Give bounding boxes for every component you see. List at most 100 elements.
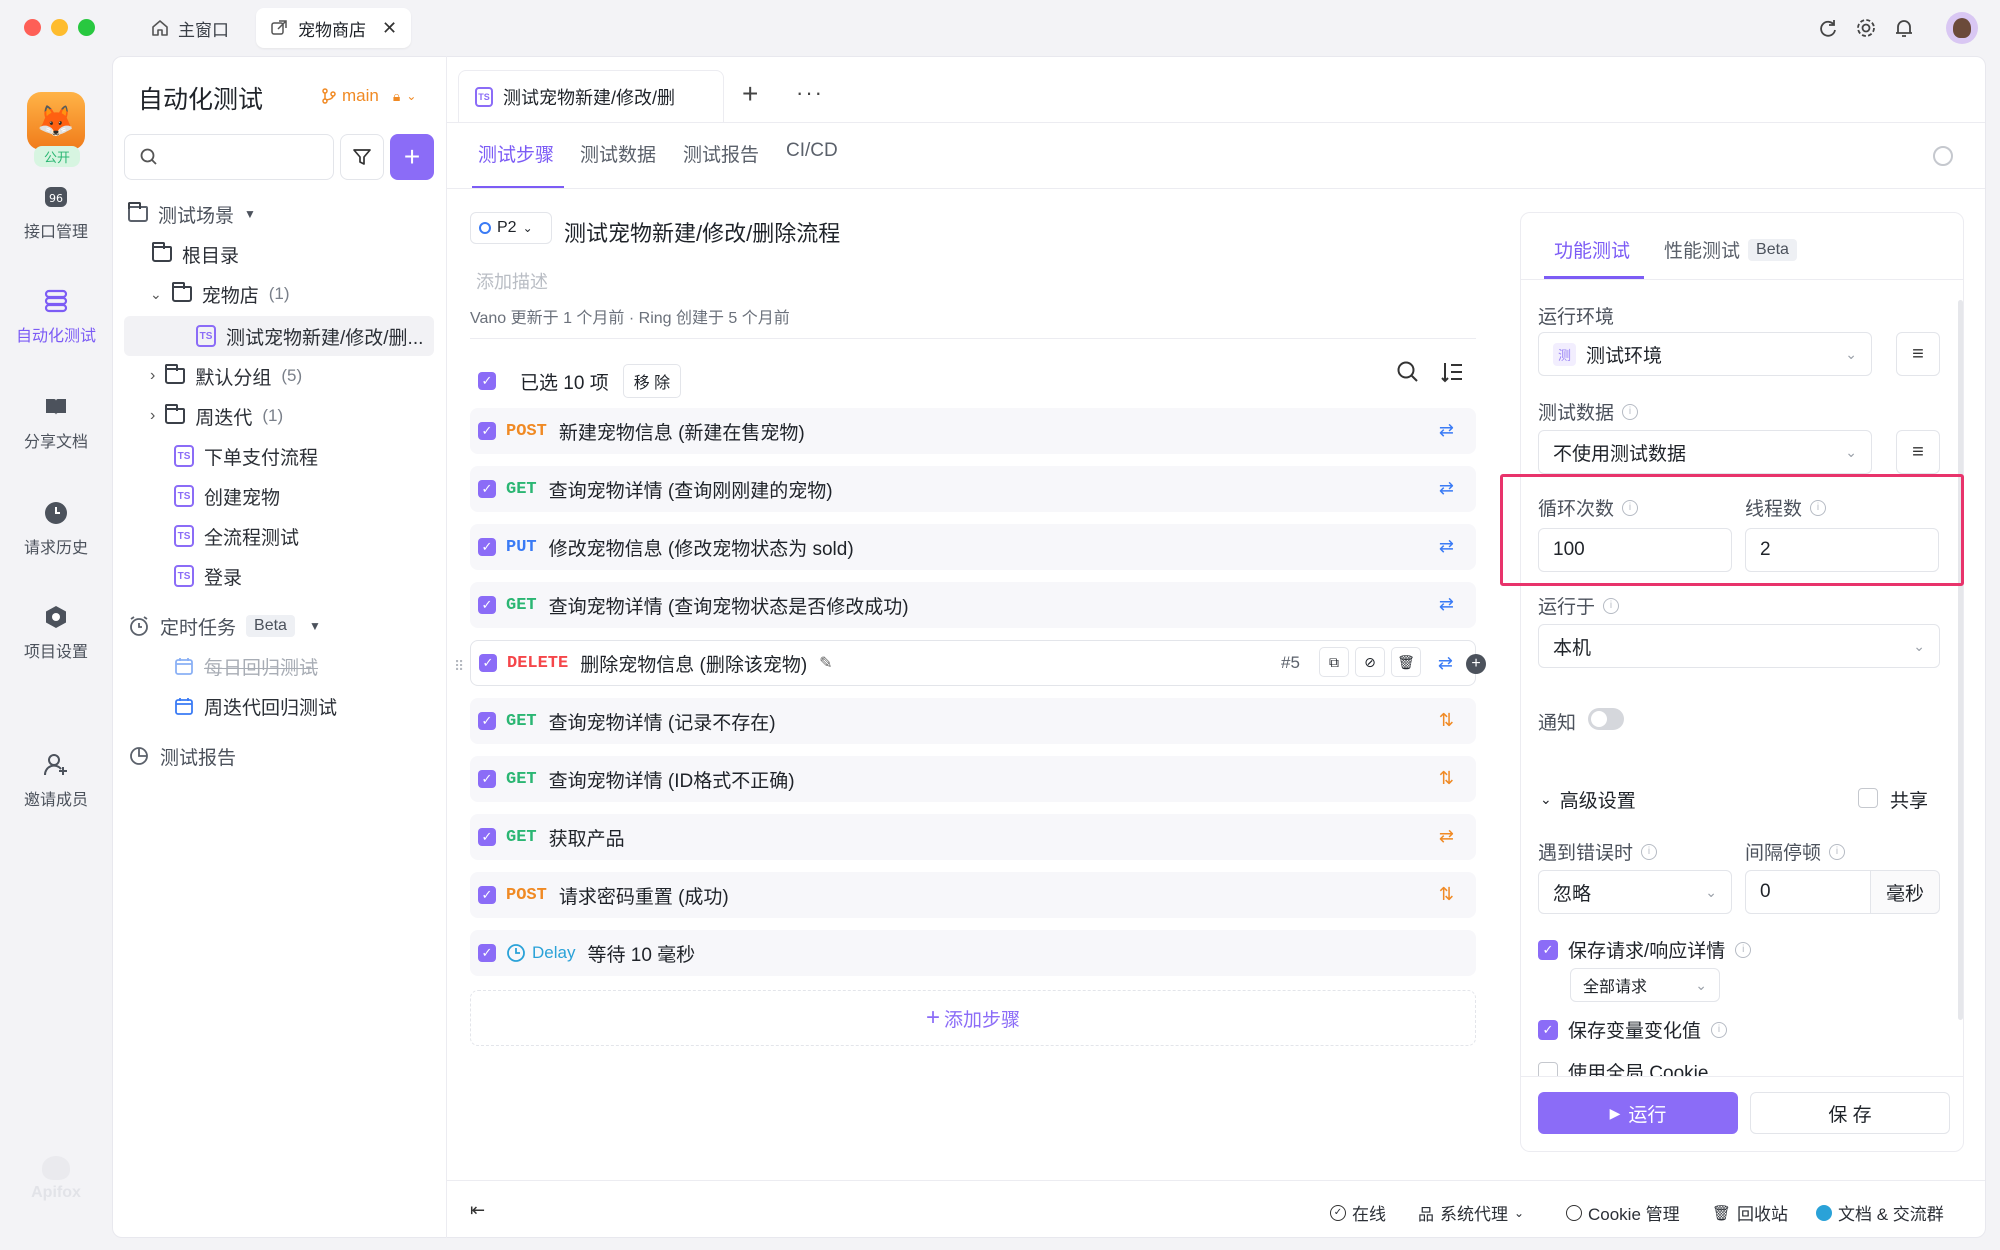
tree-scheduled-tasks[interactable]: 定时任务 Beta ▼ [128, 608, 321, 644]
add-step-button[interactable]: + 添加步骤 [470, 990, 1476, 1046]
collapse-sidebar-icon[interactable]: ⇤ [470, 1200, 485, 1221]
step-checkbox[interactable]: ✓ [478, 422, 496, 440]
step-row[interactable]: ✓ GET 查询宠物详情 (记录不存在) ⇅ [470, 698, 1476, 744]
recycle-bin[interactable]: 🗑︎ 回收站 [1712, 1200, 1788, 1225]
notification-bell-icon[interactable] [1890, 14, 1918, 42]
nav-project-settings[interactable]: 项目设置 [0, 604, 112, 662]
nav-request-history[interactable]: 请求历史 [0, 500, 112, 558]
tree-root[interactable]: 根目录 [152, 236, 239, 272]
tab-home[interactable]: 主窗口 [140, 10, 239, 46]
linked-api-icon[interactable]: ⇄ [1439, 420, 1454, 441]
tab-test-reports[interactable]: 测试报告 [683, 140, 759, 167]
run-button[interactable]: ▶ 运行 [1538, 1092, 1738, 1134]
linked-case-icon[interactable]: ⇅ [1439, 710, 1454, 731]
nav-invite-members[interactable]: 邀请成员 [0, 752, 112, 810]
step-row[interactable]: ✓ GET 查询宠物详情 (查询宠物状态是否修改成功) ⇄ [470, 582, 1476, 628]
history-icon[interactable] [1933, 146, 1953, 166]
step-checkbox[interactable]: ✓ [478, 770, 496, 788]
interval-input[interactable]: 0 [1745, 870, 1871, 914]
remove-button[interactable]: 移 除 [622, 364, 682, 398]
tree-scheduled-item[interactable]: 周迭代回归测试 [174, 688, 337, 724]
tab-test-data[interactable]: 测试数据 [580, 140, 656, 167]
step-checkbox[interactable]: ✓ [478, 538, 496, 556]
add-button[interactable]: + [390, 134, 434, 180]
tab-performance-test[interactable]: 性能测试 Beta [1664, 236, 1797, 263]
scenario-title[interactable]: 测试宠物新建/修改/删除流程 [564, 216, 840, 248]
panel-scrollbar[interactable] [1958, 300, 1963, 1020]
nav-api-management[interactable]: 96 接口管理 [0, 184, 112, 242]
share-checkbox[interactable] [1858, 788, 1878, 808]
edit-pencil-icon[interactable]: ✎ [819, 653, 832, 673]
linked-api-icon[interactable]: ⇄ [1439, 826, 1454, 847]
user-avatar[interactable] [1946, 12, 1978, 44]
tree-folder-petstore[interactable]: ⌄ 宠物店 (1) [150, 276, 290, 312]
tab-functional-test[interactable]: 功能测试 [1554, 236, 1630, 263]
notify-toggle[interactable] [1588, 708, 1624, 730]
save-variables-option[interactable]: ✓ 保存变量变化值 i [1538, 1016, 1728, 1043]
linked-api-icon[interactable]: ⇄ [1439, 594, 1454, 615]
step-checkbox[interactable]: ✓ [478, 944, 496, 962]
insert-step-plus-icon[interactable]: + [1466, 654, 1486, 674]
tree-item-current-scenario[interactable]: TS 测试宠物新建/修改/删... [196, 318, 423, 354]
delete-trash-icon[interactable]: 🗑︎ [1391, 647, 1421, 677]
save-button[interactable]: 保 存 [1750, 1092, 1950, 1134]
new-tab-plus-icon[interactable]: + [742, 78, 758, 110]
tree-item-scenario[interactable]: TS 全流程测试 [174, 518, 299, 554]
step-row[interactable]: ✓ GET 查询宠物详情 (查询刚刚建的宠物) ⇄ [470, 466, 1476, 512]
cookie-manager[interactable]: Cookie 管理 [1566, 1200, 1680, 1225]
save-request-detail-option[interactable]: ✓ 保存请求/响应详情 i [1538, 936, 1752, 963]
refresh-icon[interactable] [1814, 14, 1842, 42]
system-proxy-menu[interactable]: 品 系统代理 ⌄ [1418, 1200, 1524, 1225]
save-request-checkbox[interactable]: ✓ [1538, 939, 1558, 960]
step-row[interactable]: ✓ GET 获取产品 ⇄ [470, 814, 1476, 860]
tab-test-steps[interactable]: 测试步骤 [478, 140, 554, 167]
global-cookie-checkbox[interactable] [1538, 1061, 1558, 1076]
tree-item-scenario[interactable]: TS 创建宠物 [174, 478, 280, 514]
select-all-checkbox[interactable]: ✓ [478, 372, 496, 390]
settings-gear-icon[interactable] [1852, 14, 1880, 42]
description-placeholder[interactable]: 添加描述 [476, 268, 548, 294]
tree-test-reports[interactable]: 测试报告 [128, 738, 236, 774]
filter-button[interactable] [340, 134, 384, 180]
step-row-hovered[interactable]: ✓ DELETE 删除宠物信息 (删除该宠物) ✎ #5 ⧉ ⊘ 🗑︎ ⇄ [470, 640, 1476, 686]
linked-case-icon[interactable]: ⇅ [1439, 768, 1454, 789]
linked-api-icon[interactable]: ⇄ [1438, 653, 1453, 674]
tab-cicd[interactable]: CI/CD [786, 140, 838, 162]
on-error-select[interactable]: 忽略 ⌄ [1538, 870, 1732, 914]
sort-icon[interactable] [1440, 360, 1464, 390]
tree-scheduled-item-disabled[interactable]: 每日回归测试 [174, 648, 318, 684]
step-checkbox[interactable]: ✓ [478, 596, 496, 614]
step-checkbox[interactable]: ✓ [478, 828, 496, 846]
save-request-scope-select[interactable]: 全部请求 ⌄ [1570, 968, 1720, 1002]
test-data-select[interactable]: 不使用测试数据 ⌄ [1538, 430, 1872, 474]
save-variables-checkbox[interactable]: ✓ [1538, 1019, 1558, 1040]
step-checkbox[interactable]: ✓ [478, 712, 496, 730]
advanced-settings-toggle[interactable]: ⌄ 高级设置 [1540, 786, 1636, 813]
more-options-icon[interactable]: ··· [796, 80, 824, 106]
project-avatar[interactable]: 🦊 [27, 92, 85, 150]
drag-handle-icon[interactable]: ⠿ [454, 658, 464, 675]
search-steps-icon[interactable] [1396, 360, 1420, 390]
status-online[interactable]: ✓ 在线 [1330, 1200, 1386, 1225]
linked-case-icon[interactable]: ⇅ [1439, 884, 1454, 905]
step-row[interactable]: ✓ GET 查询宠物详情 (ID格式不正确) ⇅ [470, 756, 1476, 802]
copy-icon[interactable]: ⧉ [1319, 647, 1349, 677]
tree-folder-sprint[interactable]: › 周迭代 (1) [150, 398, 283, 434]
doc-tab[interactable]: TS 测试宠物新建/修改/删 [458, 70, 724, 122]
test-data-menu-icon[interactable]: ≡ [1896, 430, 1940, 474]
step-checkbox[interactable]: ✓ [479, 654, 497, 672]
close-window-button[interactable] [24, 19, 41, 36]
run-on-select[interactable]: 本机 ⌄ [1538, 624, 1940, 668]
search-input[interactable] [124, 134, 334, 180]
step-row-delay[interactable]: ✓ Delay 等待 10 毫秒 [470, 930, 1476, 976]
tree-item-scenario[interactable]: TS 登录 [174, 558, 242, 594]
step-row[interactable]: ✓ POST 请求密码重置 (成功) ⇅ [470, 872, 1476, 918]
step-checkbox[interactable]: ✓ [478, 886, 496, 904]
linked-api-icon[interactable]: ⇄ [1439, 478, 1454, 499]
priority-selector[interactable]: P2 ⌄ [470, 212, 552, 244]
docs-community[interactable]: 文档 & 交流群 [1816, 1200, 1944, 1225]
global-cookie-option[interactable]: 使用全局 Cookie [1538, 1058, 1938, 1076]
nav-automation-test[interactable]: 自动化测试 [0, 288, 112, 346]
step-row[interactable]: ✓ POST 新建宠物信息 (新建在售宠物) ⇄ [470, 408, 1476, 454]
disable-icon[interactable]: ⊘ [1355, 647, 1385, 677]
